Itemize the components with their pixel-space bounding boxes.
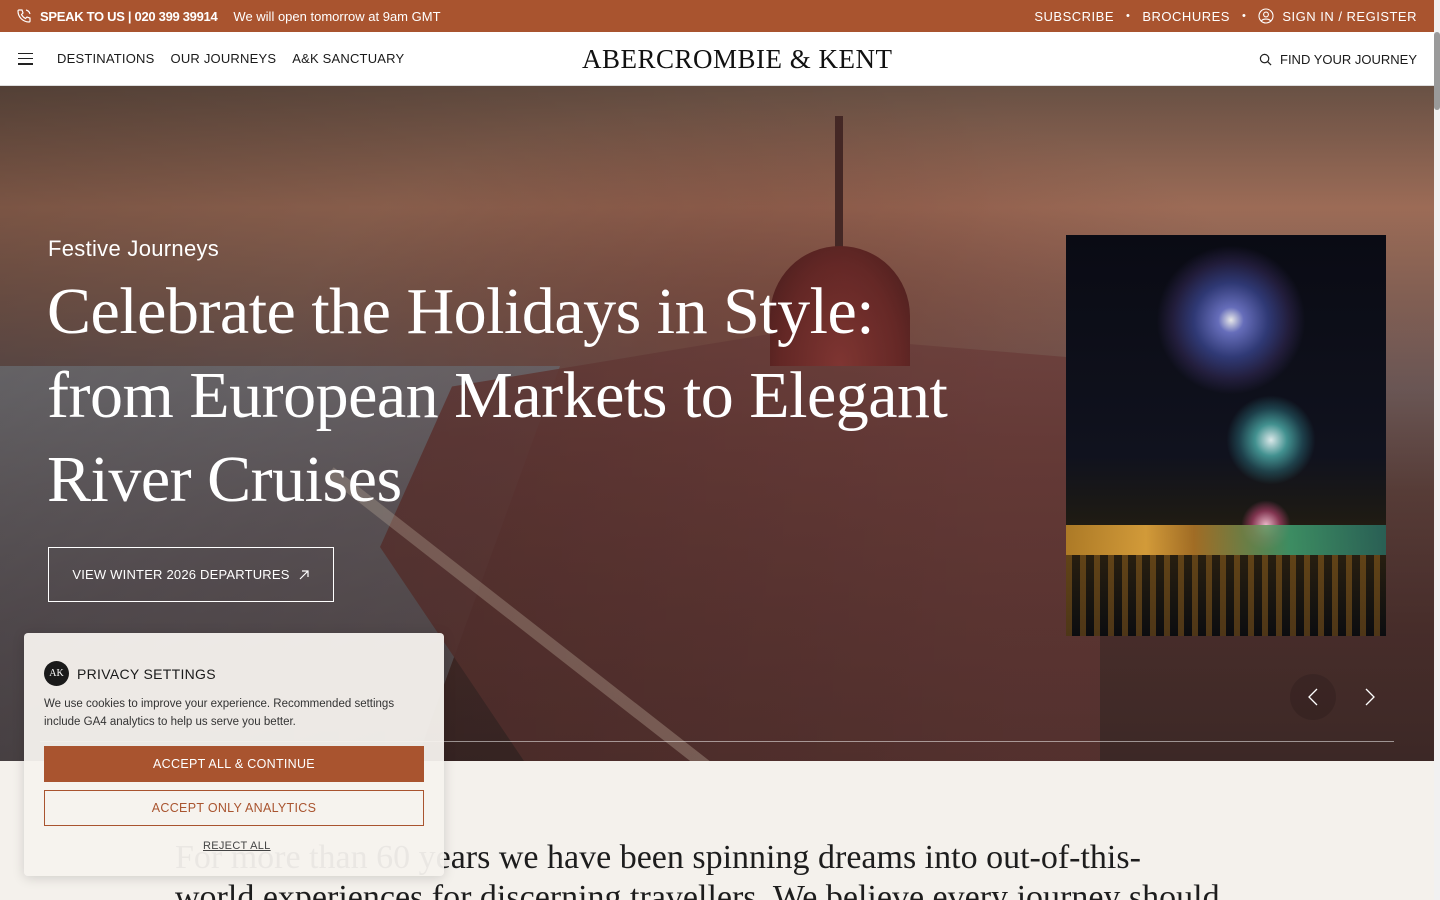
headline-line: from European Markets to Elegant [47,359,948,432]
separator-dot: • [1241,10,1247,22]
main-nav: DESTINATIONS OUR JOURNEYS A&K SANCTUARY … [0,32,1434,86]
ak-logo-icon: AK [44,661,69,686]
chevron-left-icon [1308,688,1318,706]
search-icon [1259,53,1272,65]
arrow-up-right-icon [299,569,309,579]
nav-item-destinations[interactable]: DESTINATIONS [57,51,155,66]
find-your-journey-label: FIND YOUR JOURNEY [1280,51,1417,67]
menu-icon[interactable] [18,52,33,65]
accept-analytics-button[interactable]: ACCEPT ONLY ANALYTICS [44,790,424,826]
firework-burst [1226,395,1316,485]
privacy-body: We use cookies to improve your experienc… [44,698,395,728]
separator-dot: • [1126,10,1131,22]
privacy-title: PRIVACY SETTINGS [77,666,216,682]
carousel-prev-button[interactable] [1290,674,1336,720]
page-scrollbar[interactable] [1434,0,1440,900]
scrollbar-thumb[interactable] [1434,32,1440,110]
hero-eyebrow: Festive Journeys [48,236,220,261]
phone-icon [17,9,31,23]
reject-all-link[interactable]: REJECT ALL [203,840,271,852]
view-departures-button[interactable]: VIEW WINTER 2026 DEPARTURES [48,547,334,602]
brochures-link[interactable]: BROCHURES [1142,9,1230,24]
opening-hours-text: We will open tomorrow at 9am GMT [233,8,441,24]
chevron-right-icon [1365,688,1375,706]
brand-logo[interactable]: ABERCROMBIE & KENT [582,44,893,75]
privacy-settings-dialog: AK PRIVACY SETTINGS We use cookies to im… [24,633,444,876]
view-departures-label: VIEW WINTER 2026 DEPARTURES [72,567,290,582]
illuminated-city [1066,525,1386,555]
nav-item-our-journeys[interactable]: OUR JOURNEYS [171,51,277,66]
firework-burst [1156,245,1306,395]
phone-number-link[interactable]: SPEAK TO US | 020 399 39914 [40,9,218,24]
accept-all-button[interactable]: ACCEPT ALL & CONTINUE [44,746,424,782]
headline-line: River Cruises [47,443,402,516]
nav-links: DESTINATIONS OUR JOURNEYS A&K SANCTUARY [57,51,404,66]
top-bar: SPEAK TO US | 020 399 39914 We will open… [0,0,1440,32]
intro-line: world experiences for discerning travell… [175,879,1220,900]
fireworks-photo [1066,235,1386,636]
find-your-journey-button[interactable]: FIND YOUR JOURNEY [1259,32,1417,86]
headline-line: Celebrate the Holidays in Style: [47,275,875,348]
hero-headline: Celebrate the Holidays in Style: from Eu… [47,270,1047,522]
subscribe-link[interactable]: SUBSCRIBE [1034,9,1114,24]
user-icon [1258,8,1274,24]
carousel-next-button[interactable] [1347,674,1393,720]
nav-item-sanctuary[interactable]: A&K SANCTUARY [292,51,404,66]
river-reflection [1066,555,1386,636]
top-bar-right: SUBSCRIBE • BROCHURES • SIGN IN / REGIST… [1034,0,1417,32]
sign-in-link[interactable]: SIGN IN / REGISTER [1282,9,1417,24]
